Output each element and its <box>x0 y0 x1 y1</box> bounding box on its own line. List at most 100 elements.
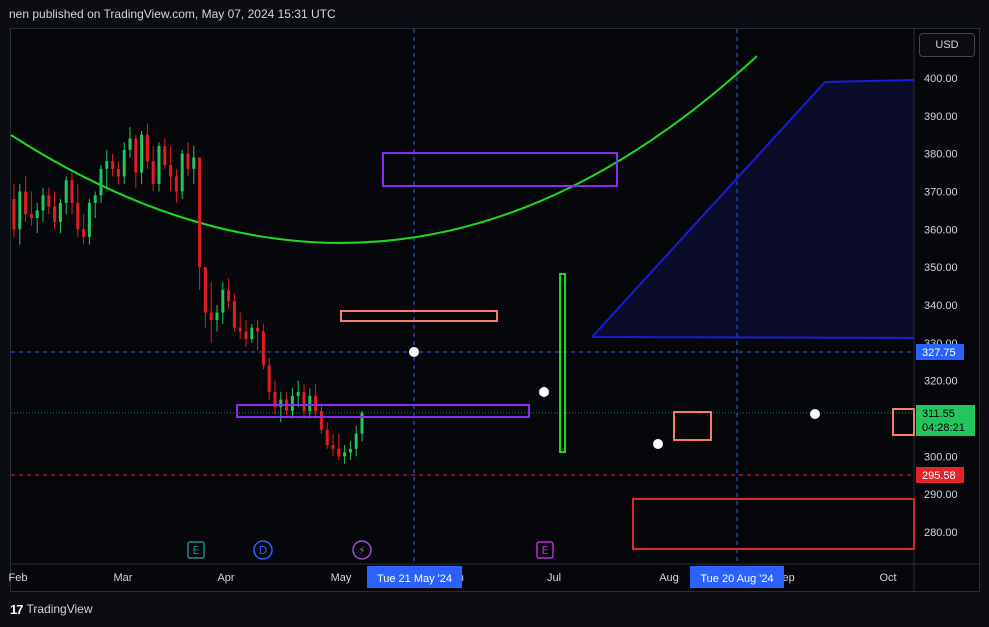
y-tick-label: 350.00 <box>924 262 958 274</box>
candle-body <box>157 146 161 184</box>
candle-body <box>227 289 231 302</box>
candle-body <box>116 168 120 177</box>
candle-body <box>128 138 132 150</box>
candle-body <box>70 180 74 203</box>
candle-body <box>215 312 219 321</box>
x-tick-label: Aug <box>659 572 679 584</box>
candle-body <box>244 331 248 340</box>
candle-body <box>151 161 155 184</box>
candle-body <box>267 365 271 393</box>
candle-body <box>134 138 138 173</box>
candle-body <box>47 195 51 207</box>
candle-body <box>111 161 115 169</box>
candle-body <box>354 433 358 449</box>
y-tick-label: 290.00 <box>924 489 958 501</box>
split-icon-label: ⚡ <box>358 544 366 557</box>
candle-body <box>53 206 57 222</box>
last-price-label: 311.55 <box>922 408 955 420</box>
candle-body <box>209 312 213 321</box>
earnings-icon-label: E <box>193 544 200 557</box>
crosshair-time-label: Tue 20 Aug '24 <box>700 573 773 585</box>
earnings-icon-label: E <box>542 544 549 557</box>
candle-body <box>221 289 225 313</box>
candle-body <box>192 157 196 169</box>
green-arc-curve <box>10 55 758 244</box>
marker-dot <box>653 439 663 449</box>
candle-body <box>122 149 126 177</box>
x-tick-label: Apr <box>217 572 234 584</box>
y-tick-label: 340.00 <box>924 300 958 312</box>
candle-body <box>82 229 86 237</box>
candle-body <box>41 195 45 211</box>
support-price-label: 295.58 <box>922 470 956 482</box>
candle-body <box>331 444 335 449</box>
y-tick-label: 300.00 <box>924 451 958 463</box>
brand-footer[interactable]: 17 TradingView <box>10 598 93 620</box>
candle-body <box>360 412 364 434</box>
candle-body <box>302 392 306 411</box>
tradingview-logo-icon: 17 <box>10 601 24 617</box>
candle-body <box>296 392 300 396</box>
dividend-icon-label: D <box>259 544 267 557</box>
candle-body <box>163 146 167 166</box>
candle-body <box>64 180 68 203</box>
x-tick-label: Oct <box>879 572 896 584</box>
price-chart[interactable]: 400.00 390.00 380.00 370.00 360.00 350.00 340.… <box>0 0 989 627</box>
currency-label: USD <box>935 39 959 51</box>
marker-dot <box>409 347 419 357</box>
candle-body <box>256 327 260 332</box>
red-rectangle <box>632 498 915 550</box>
candle-body <box>337 448 341 457</box>
candle-body <box>238 327 242 332</box>
y-tick-label: 280.00 <box>924 527 958 539</box>
candle-body <box>174 176 178 192</box>
candle-body <box>18 191 22 230</box>
candle-body <box>35 210 39 218</box>
candle-body <box>105 161 109 169</box>
candle-body <box>203 267 207 313</box>
x-tick-label: Mar <box>114 572 133 584</box>
candle-body <box>169 165 173 177</box>
candle-body <box>308 395 312 411</box>
x-tick-label: Feb <box>9 572 28 584</box>
candle-body <box>198 157 202 268</box>
x-tick-label: Jul <box>547 572 561 584</box>
y-tick-label: 360.00 <box>924 224 958 236</box>
x-tick-label: May <box>331 572 352 584</box>
candle-body <box>140 134 144 173</box>
salmon-rectangle-upper <box>340 310 498 322</box>
candle-body <box>99 168 103 196</box>
crosshair-time-label: Tue 21 May '24 <box>377 573 452 585</box>
candle-body <box>348 448 352 453</box>
candle-body <box>29 214 33 218</box>
y-tick-label: 380.00 <box>924 149 958 161</box>
marker-dot <box>539 387 549 397</box>
candle-body <box>279 399 283 408</box>
candle-body <box>319 410 323 430</box>
y-tick-label: 390.00 <box>924 111 958 123</box>
candle-body <box>232 301 236 328</box>
candle-body <box>325 429 329 445</box>
blue-triangle-fill <box>592 80 914 338</box>
marker-dot <box>810 409 820 419</box>
y-tick-label: 400.00 <box>924 73 958 85</box>
brand-label: TradingView <box>26 602 93 616</box>
candle-body <box>180 153 184 192</box>
candle-body <box>343 452 347 457</box>
candle-body <box>58 202 62 222</box>
candle-body <box>12 199 16 230</box>
candle-body <box>314 395 318 411</box>
candle-body <box>76 202 80 230</box>
y-tick-label: 370.00 <box>924 187 958 199</box>
candle-body <box>93 195 97 203</box>
candle-body <box>250 327 254 340</box>
green-vertical-rectangle <box>559 273 566 453</box>
candle-body <box>87 202 91 237</box>
candle-body <box>186 153 190 169</box>
candle-body <box>290 395 294 411</box>
salmon-rectangle-aug <box>673 411 712 441</box>
currency-button[interactable]: USD <box>919 33 975 57</box>
crosshair-price-label: 327.75 <box>922 347 956 359</box>
candle-body <box>261 331 265 366</box>
candle-body <box>24 191 28 215</box>
